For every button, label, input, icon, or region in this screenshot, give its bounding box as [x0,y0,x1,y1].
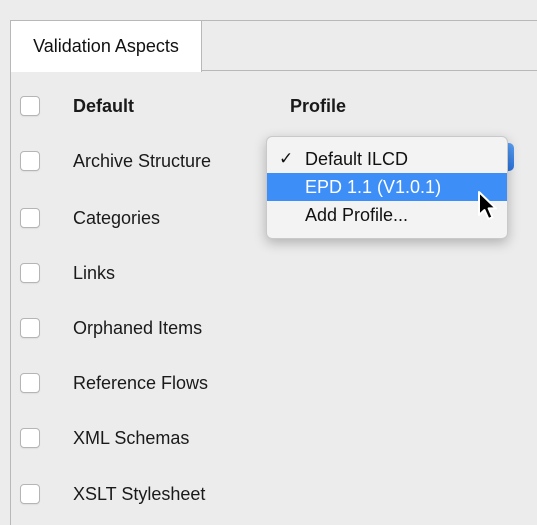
menu-item-label: Default ILCD [305,148,409,169]
aspect-label: Reference Flows [73,372,209,393]
aspect-row-categories: Categories [20,203,160,233]
default-checkbox[interactable] [20,96,40,116]
menu-item-epd-1-1[interactable]: EPD 1.1 (V1.0.1) [267,173,507,201]
aspect-checkbox[interactable] [20,263,40,283]
default-label: Default [73,95,135,116]
aspect-checkbox[interactable] [20,151,40,171]
aspect-row-archive-structure: Archive Structure [20,146,211,176]
profile-column-header: Profile [290,95,347,116]
aspect-row-xml-schemas: XML Schemas [20,423,189,453]
tab-bar: Validation Aspects [0,0,537,72]
aspect-label: XML Schemas [73,427,190,448]
tabstrip-top-border [202,20,537,21]
arrow-pointer-icon [478,191,497,220]
aspect-checkbox[interactable] [20,484,40,504]
aspect-row-xslt-stylesheet: XSLT Stylesheet [20,479,205,509]
aspect-checkbox[interactable] [20,373,40,393]
aspect-row-links: Links [20,258,115,288]
tab-validation-aspects[interactable]: Validation Aspects [10,20,202,72]
aspect-checkbox[interactable] [20,318,40,338]
header-row: Default [20,91,134,121]
aspect-label: Categories [73,207,161,228]
aspect-row-reference-flows: Reference Flows [20,368,208,398]
menu-item-label: Add Profile... [305,204,409,225]
profile-dropdown-menu: ✓ Default ILCD EPD 1.1 (V1.0.1) Add Prof… [266,136,508,239]
tab-label: Validation Aspects [33,36,179,56]
menu-item-label: EPD 1.1 (V1.0.1) [305,176,442,197]
aspect-label: Orphaned Items [73,317,203,338]
aspect-label: XSLT Stylesheet [73,483,206,504]
aspect-label: Links [73,262,116,283]
aspect-checkbox[interactable] [20,208,40,228]
menu-item-add-profile[interactable]: Add Profile... [267,201,507,229]
aspect-checkbox[interactable] [20,428,40,448]
aspect-row-orphaned-items: Orphaned Items [20,313,202,343]
aspect-label: Archive Structure [73,150,212,171]
checkmark-icon: ✓ [279,149,294,168]
menu-item-default-ilcd[interactable]: ✓ Default ILCD [267,145,507,173]
